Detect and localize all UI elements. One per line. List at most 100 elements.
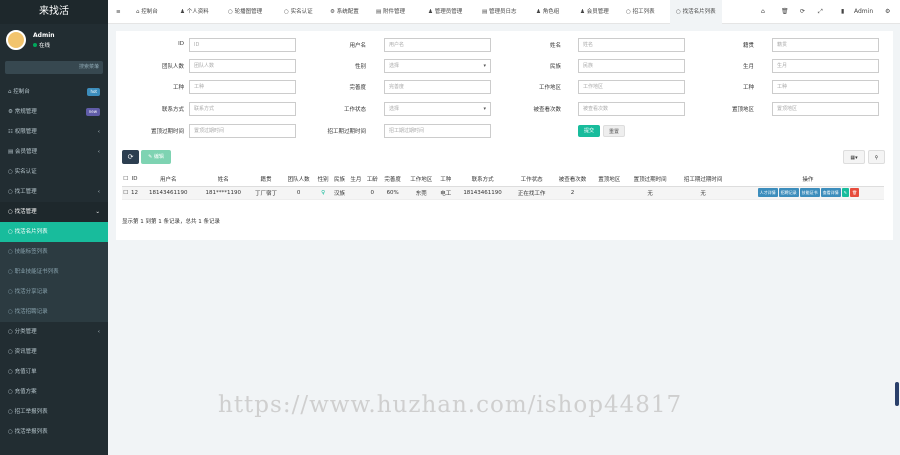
- table-cell: 2: [552, 186, 593, 200]
- column-header: 完善度: [380, 172, 405, 187]
- sidebar-sub-card-list[interactable]: ○ 找活名片列表: [0, 222, 108, 242]
- tab-realname[interactable]: ○ 实名认证: [284, 0, 313, 24]
- top-navbar: ≡ ⌂ 控制台 ♟ 个人资料 ○ 轮播图管理 ○ 实名认证 ⚙ 系统配置 ▤ 附…: [108, 0, 900, 24]
- filter-label: 工作状态: [343, 107, 366, 113]
- table-search-button[interactable]: ⚲: [868, 150, 885, 164]
- filter-input[interactable]: 民族: [578, 59, 685, 73]
- filter-input[interactable]: 完善度: [384, 80, 491, 94]
- chevron-down-icon: ▾: [483, 63, 486, 69]
- sidebar-sub-certificates[interactable]: ○ 职业技能证书列表: [0, 262, 108, 282]
- row-action-button[interactable]: ✎: [841, 188, 850, 197]
- filter-input[interactable]: 籍贯: [772, 38, 879, 52]
- table-cell: 电工: [437, 186, 454, 200]
- filter-input[interactable]: 姓名: [578, 38, 685, 52]
- select-all-checkbox[interactable]: ☐: [122, 172, 130, 187]
- tab-worker-cards[interactable]: ○ 找活名片列表: [670, 0, 722, 24]
- column-header: 籍贯: [249, 172, 283, 187]
- sidebar-item-dashboard[interactable]: ⌂ 控制台 hot: [0, 82, 108, 102]
- sidebar-item-orders[interactable]: ○ 充值订单: [0, 362, 108, 382]
- tab-dashboard[interactable]: ⌂ 控制台: [136, 0, 158, 24]
- tab-admins[interactable]: ♟ 管理员管理: [428, 0, 462, 24]
- table-cell: [592, 186, 626, 200]
- app-logo[interactable]: 来找活: [0, 0, 108, 24]
- row-action-button[interactable]: 查看详情: [820, 188, 841, 197]
- sidebar-item-members[interactable]: ▤ 会员管理 ‹: [0, 142, 108, 162]
- sidebar-sub-recruit-records[interactable]: ○ 找活招聘记录: [0, 302, 108, 322]
- table-cell: 无: [625, 186, 675, 200]
- table-cell: ♀: [314, 186, 332, 200]
- filter-input[interactable]: 工作地区: [578, 80, 685, 94]
- tab-attachment[interactable]: ▤ 附件管理: [376, 0, 405, 24]
- column-header: 性别: [314, 172, 332, 187]
- sidebar-sub-share-records[interactable]: ○ 找活分享记录: [0, 282, 108, 302]
- columns-toggle-button[interactable]: ▦▾: [843, 150, 865, 164]
- scrollbar-thumb[interactable]: [895, 382, 899, 406]
- admin-name[interactable]: Admin: [854, 0, 873, 24]
- row-action-button[interactable]: 技能证书: [799, 188, 820, 197]
- tab-config[interactable]: ⚙ 系统配置: [330, 0, 359, 24]
- filter-input[interactable]: ID: [189, 38, 296, 52]
- row-action-button[interactable]: 招聘记录: [778, 188, 799, 197]
- sidebar-item-plans[interactable]: ○ 充值方案: [0, 382, 108, 402]
- column-header: 被查看次数: [552, 172, 593, 187]
- sidebar: 来找活 Admin 在线 搜索菜单 ⚲ ⌂ 控制台 hot ⚙ 常规管理 new ☷ …: [0, 0, 108, 455]
- sidebar-item-auth[interactable]: ☷ 权限管理 ‹: [0, 122, 108, 142]
- filter-label: 招工期过期时间: [327, 129, 366, 135]
- sidebar-item-general[interactable]: ⚙ 常规管理 new: [0, 102, 108, 122]
- tab-jobs[interactable]: ○ 招工列表: [626, 0, 655, 24]
- table-body: ☐ 12 18143461190 181****1190 丁厂宿丁 0 ♀ 汉族 0 60% 东莞电…: [122, 186, 884, 200]
- filter-label: 姓名: [549, 43, 561, 49]
- edit-button[interactable]: ✎ 编辑: [141, 150, 171, 164]
- home-icon[interactable]: ⌂: [761, 0, 765, 24]
- table-cell: 0: [364, 186, 381, 200]
- menu-search-input[interactable]: 搜索菜单 ⚲: [5, 61, 103, 74]
- row-action-button[interactable]: 🗑: [850, 188, 860, 197]
- filter-input[interactable]: 联系方式: [189, 102, 296, 116]
- row-checkbox[interactable]: ☐: [122, 186, 130, 200]
- row-action-button[interactable]: 人才详情: [757, 188, 778, 197]
- submenu: ○ 找活名片列表 ○ 技能标签列表 ○ 职业技能证书列表 ○ 找活分享记录 ○ …: [0, 222, 108, 322]
- settings-gear-icon[interactable]: ⚙: [885, 0, 890, 24]
- refresh-icon[interactable]: ⟳: [800, 0, 805, 24]
- tab-roles[interactable]: ♟ 角色组: [536, 0, 559, 24]
- refresh-button[interactable]: ⟳: [122, 150, 139, 164]
- sidebar-item-realname[interactable]: ○ 实名认证: [0, 162, 108, 182]
- sidebar-item-workers[interactable]: ○ 找活管理 ⌄: [0, 202, 108, 222]
- filter-input[interactable]: 生月: [772, 59, 879, 73]
- tab-admin-log[interactable]: ▤ 管理员日志: [482, 0, 516, 24]
- tab-banner[interactable]: ○ 轮播图管理: [228, 0, 262, 24]
- filter-select[interactable]: 选择 ▾: [384, 102, 491, 116]
- filter-input[interactable]: 置顶过期时间: [189, 124, 296, 138]
- column-header: 姓名: [196, 172, 250, 187]
- fullscreen-icon[interactable]: ⤢: [818, 0, 823, 24]
- column-header: 用户名: [139, 172, 197, 187]
- filter-input[interactable]: 用户名: [384, 38, 491, 52]
- tab-members[interactable]: ♟ 会员管理: [580, 0, 609, 24]
- filter-input[interactable]: 被查看次数: [578, 102, 685, 116]
- tab-profile[interactable]: ♟ 个人资料: [180, 0, 209, 24]
- filter-input[interactable]: 团队人数: [189, 59, 296, 73]
- avatar-small[interactable]: ▮: [841, 0, 844, 24]
- submit-button[interactable]: 提交: [578, 125, 600, 137]
- sidebar-item-jobs[interactable]: ○ 找工管理 ‹: [0, 182, 108, 202]
- sidebar-item-job-reports[interactable]: ○ 招工举报列表: [0, 402, 108, 422]
- table-cell: 人才详情 招聘记录 技能证书 查看详情 ✎ 🗑: [731, 186, 884, 200]
- sidebar-item-worker-reports[interactable]: ○ 找活举报列表: [0, 422, 108, 442]
- filter-input[interactable]: 置顶地区: [772, 102, 879, 116]
- filter-input[interactable]: 工种: [772, 80, 879, 94]
- reset-button[interactable]: 重置: [603, 125, 625, 137]
- filter-input[interactable]: 工种: [189, 80, 296, 94]
- table-row: ☐ 12 18143461190 181****1190 丁厂宿丁 0 ♀ 汉族 0 60% 东莞电…: [122, 186, 884, 200]
- filter-label: 籍贯: [742, 43, 754, 49]
- filter-select[interactable]: 选择 ▾: [384, 59, 491, 73]
- sidebar-item-news[interactable]: ○ 资讯管理: [0, 342, 108, 362]
- filter-input[interactable]: 招工期过期时间: [384, 124, 491, 138]
- avatar: [6, 30, 26, 50]
- column-header: 置顶过期时间: [625, 172, 675, 187]
- watermark: https://www.huzhan.com/ishop44817: [218, 392, 683, 418]
- trash-icon[interactable]: 🗑: [781, 0, 789, 24]
- table-cell: 0: [282, 186, 315, 200]
- menu-toggle-icon[interactable]: ≡: [116, 0, 121, 24]
- sidebar-item-category[interactable]: ○ 分类管理 ‹: [0, 322, 108, 342]
- sidebar-sub-skill-tags[interactable]: ○ 技能标签列表: [0, 242, 108, 262]
